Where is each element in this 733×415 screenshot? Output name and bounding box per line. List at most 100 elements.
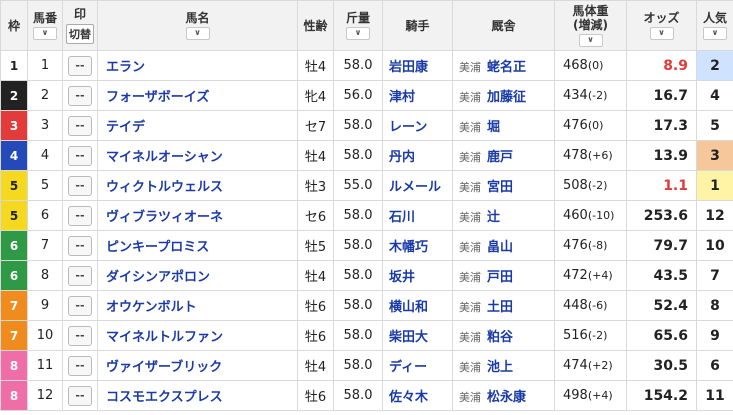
- mark-select-button[interactable]: --: [68, 205, 92, 226]
- header-bodyweight[interactable]: 馬体重 (増減) ∨: [554, 0, 627, 51]
- region-label: 美浦: [459, 301, 481, 314]
- weight-cell: 58.0: [333, 110, 383, 141]
- horse-name-link[interactable]: ヴァイザーブリック: [97, 350, 298, 381]
- horse-name-link[interactable]: ヴィブラツィオーネ: [97, 200, 298, 231]
- stable-cell: 美浦 粕谷: [452, 320, 555, 351]
- umaban-cell: 10: [27, 320, 63, 351]
- mark-select-button[interactable]: --: [68, 325, 92, 346]
- weight-cell: 55.0: [333, 170, 383, 201]
- waku-cell: 5: [0, 170, 28, 201]
- trainer-link[interactable]: 池上: [487, 360, 513, 375]
- sort-chevron-icon[interactable]: ∨: [649, 27, 674, 40]
- region-label: 美浦: [459, 331, 481, 344]
- stable-cell: 美浦 加藤征: [452, 80, 555, 111]
- trainer-link[interactable]: 加藤征: [487, 90, 526, 105]
- horse-name-link[interactable]: オウケンボルト: [97, 290, 298, 321]
- trainer-link[interactable]: 鹿戸: [487, 150, 513, 165]
- stable-cell: 美浦堀: [452, 110, 555, 141]
- bodyweight-value: 516: [563, 328, 588, 343]
- horse-name-link[interactable]: コスモエクスプレス: [97, 380, 298, 411]
- table-row: 8 11 -- ヴァイザーブリック 牡4 58.0 ディー 美浦 池上 474(+2) 30.5 6: [0, 350, 733, 381]
- mark-select-button[interactable]: --: [68, 235, 92, 256]
- horse-name-link[interactable]: マイネルオーシャン: [97, 140, 298, 171]
- mark-select-button[interactable]: --: [68, 85, 92, 106]
- trainer-link[interactable]: 粕谷: [487, 330, 513, 345]
- mark-select-button[interactable]: --: [68, 115, 92, 136]
- mark-toggle-button[interactable]: 切替: [66, 24, 94, 44]
- jockey-link[interactable]: ディー: [382, 350, 453, 381]
- jockey-link[interactable]: レーン: [382, 110, 453, 141]
- waku-cell: 2: [0, 80, 28, 111]
- waku-cell: 4: [0, 140, 28, 171]
- jockey-link[interactable]: 坂井: [382, 260, 453, 291]
- stable-cell: 美浦辻: [452, 200, 555, 231]
- sort-chevron-icon[interactable]: ∨: [578, 34, 603, 47]
- waku-cell: 7: [0, 320, 28, 351]
- trainer-link[interactable]: 宮田: [487, 180, 513, 195]
- umaban-cell: 6: [27, 200, 63, 231]
- sort-chevron-icon[interactable]: ∨: [33, 27, 57, 40]
- stable-cell: 美浦 宮田: [452, 170, 555, 201]
- mark-select-button[interactable]: --: [68, 55, 92, 76]
- jockey-link[interactable]: 丹内: [382, 140, 453, 171]
- trainer-link[interactable]: 戸田: [487, 270, 513, 285]
- jockey-link[interactable]: 柴田大: [382, 320, 453, 351]
- table-row: 5 6 -- ヴィブラツィオーネ セ6 58.0 石川 美浦辻 460(-10) 253.6 12: [0, 200, 733, 231]
- mark-select-button[interactable]: --: [68, 175, 92, 196]
- horse-name-link[interactable]: テイデ: [97, 110, 298, 141]
- trainer-link[interactable]: 辻: [487, 210, 500, 225]
- jockey-link[interactable]: 石川: [382, 200, 453, 231]
- bodyweight-cell: 460(-10): [554, 200, 627, 231]
- popularity-cell: 1: [696, 170, 733, 201]
- horse-name-link[interactable]: ウィクトルウェルス: [97, 170, 298, 201]
- jockey-link[interactable]: 佐々木: [382, 380, 453, 411]
- horse-name-link[interactable]: マイネルトルファン: [97, 320, 298, 351]
- bodyweight-cell: 478(+6): [554, 140, 627, 171]
- mark-select-button[interactable]: --: [68, 385, 92, 406]
- popularity-cell: 8: [696, 290, 733, 321]
- horse-name-link[interactable]: フォーザボーイズ: [97, 80, 298, 111]
- popularity-cell: 3: [696, 140, 733, 171]
- bodyweight-value: 474: [563, 358, 588, 373]
- trainer-link[interactable]: 畠山: [487, 240, 513, 255]
- header-umaban[interactable]: 馬番 ∨: [27, 0, 63, 51]
- bodyweight-cell: 448(-6): [554, 290, 627, 321]
- jockey-link[interactable]: 岩田康: [382, 50, 453, 81]
- header-odds[interactable]: オッズ ∨: [626, 0, 697, 51]
- header-horse[interactable]: 馬名 ∨: [97, 0, 298, 51]
- trainer-link[interactable]: 蛯名正: [487, 60, 526, 75]
- horse-name-link[interactable]: エラン: [97, 50, 298, 81]
- jockey-link[interactable]: 横山和: [382, 290, 453, 321]
- trainer-link[interactable]: 堀: [487, 120, 500, 135]
- header-popularity[interactable]: 人気 ∨: [696, 0, 733, 51]
- jockey-link[interactable]: 津村: [382, 80, 453, 111]
- sort-chevron-icon[interactable]: ∨: [703, 27, 727, 40]
- odds-cell: 16.7: [626, 80, 697, 111]
- trainer-link[interactable]: 松永康: [487, 390, 526, 405]
- bodyweight-value: 434: [563, 88, 588, 103]
- trainer-link[interactable]: 土田: [487, 300, 513, 315]
- popularity-cell: 4: [696, 80, 733, 111]
- umaban-cell: 3: [27, 110, 63, 141]
- waku-cell: 6: [0, 260, 28, 291]
- stable-cell: 美浦 松永康: [452, 380, 555, 411]
- sexage-cell: 牡5: [297, 230, 334, 261]
- weight-cell: 58.0: [333, 140, 383, 171]
- jockey-link[interactable]: ルメール: [382, 170, 453, 201]
- header-weight[interactable]: 斤量 ∨: [333, 0, 383, 51]
- bodyweight-diff: (-2): [587, 89, 608, 102]
- sort-chevron-icon[interactable]: ∨: [185, 27, 210, 40]
- horse-name-link[interactable]: ダイシンアポロン: [97, 260, 298, 291]
- horse-name-link[interactable]: ピンキープロミス: [97, 230, 298, 261]
- mark-select-button[interactable]: --: [68, 145, 92, 166]
- bodyweight-diff: (+4): [587, 269, 613, 282]
- jockey-link[interactable]: 木幡巧: [382, 230, 453, 261]
- mark-select-button[interactable]: --: [68, 295, 92, 316]
- sort-chevron-icon[interactable]: ∨: [346, 27, 370, 40]
- header-stable: 厩舎: [452, 0, 555, 51]
- bodyweight-cell: 472(+4): [554, 260, 627, 291]
- mark-select-button[interactable]: --: [68, 355, 92, 376]
- mark-select-button[interactable]: --: [68, 265, 92, 286]
- bodyweight-value: 508: [563, 178, 588, 193]
- sexage-cell: 牡4: [297, 140, 334, 171]
